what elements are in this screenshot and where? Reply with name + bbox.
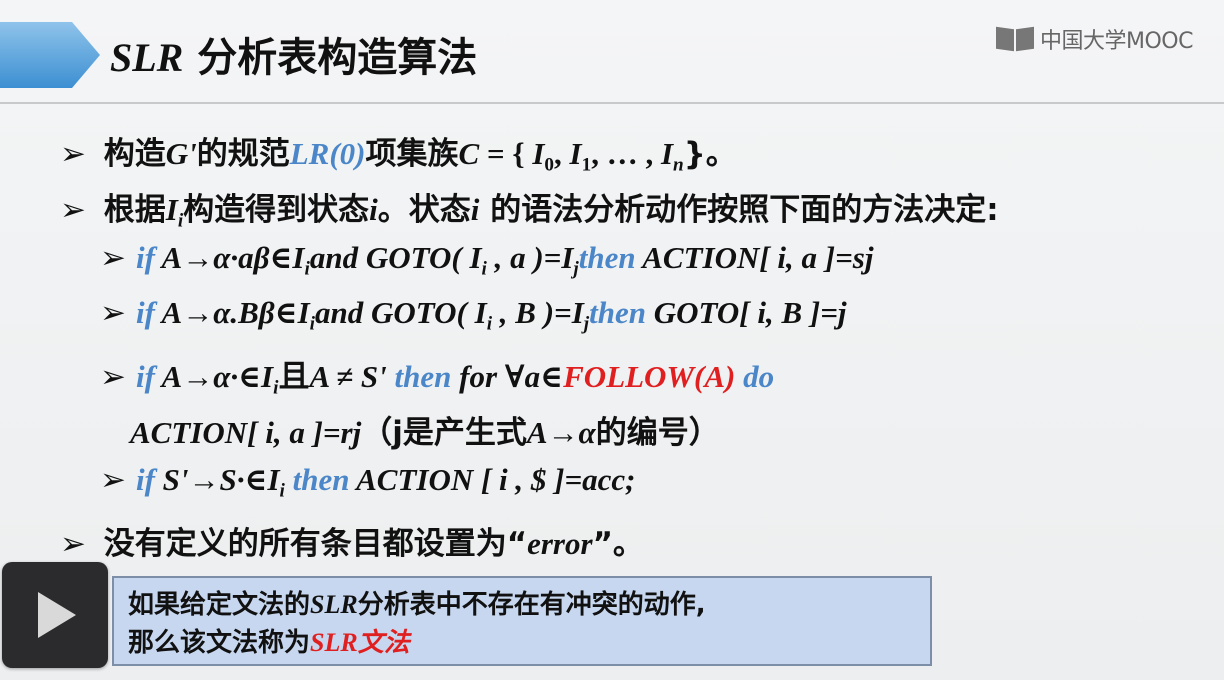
text: 且 xyxy=(278,359,310,395)
text: A→α·∈I xyxy=(154,359,274,394)
text: I xyxy=(532,136,545,171)
keyword-if: if xyxy=(135,359,155,394)
text: ACTION [ i , $ ]=acc; xyxy=(349,462,636,497)
text: I xyxy=(660,136,674,171)
text: A→α xyxy=(526,415,596,450)
rule-reduce-action: ACTION[ i, a ]=rj（j是产生式A→α的编号） xyxy=(130,407,720,452)
note-row-2: 那么该文法称为SLR文法 xyxy=(128,624,916,662)
definition-note-box: 如果给定文法的SLR分析表中不存在有冲突的动作, 那么该文法称为SLR文法 xyxy=(112,576,932,666)
text: error xyxy=(527,526,593,561)
text: GOTO[ i, B ]=j xyxy=(645,295,847,330)
text: , a )=I xyxy=(486,240,574,275)
keyword-if: if xyxy=(135,240,155,275)
text: 没有定义的所有条目都设置为“ xyxy=(103,526,528,562)
text: I xyxy=(569,136,582,171)
keyword-then: then xyxy=(589,295,646,330)
arrow-bullet-icon: ➢ xyxy=(60,192,86,228)
text: LR(0) xyxy=(289,136,366,171)
text: 的编号） xyxy=(595,415,720,451)
rule-reduce: ➢ if A→α·∈Ii且A ≠ S' then for ∀a∈FOLLOW(A)… xyxy=(100,351,775,398)
text: 根据 xyxy=(103,192,166,228)
arrow-bullet-icon: ➢ xyxy=(100,295,126,331)
bullet-line-2: ➢ 根据Ii构造得到状态i。状态i 的语法分析动作按照下面的方法决定: xyxy=(60,184,999,231)
text: （j是产生式 xyxy=(361,415,527,451)
text: 那么该文法称为 xyxy=(128,628,311,658)
text: 的语法分析动作按照下面的方法决定: xyxy=(479,192,999,228)
text: ”。 xyxy=(592,526,644,562)
text: 构造得到状态 xyxy=(183,192,370,228)
text: , xyxy=(554,136,570,171)
title-divider xyxy=(0,102,1224,104)
arrow-bullet-icon: ➢ xyxy=(100,240,126,276)
text: 的规范 xyxy=(196,136,290,172)
play-button[interactable] xyxy=(2,562,108,668)
play-icon xyxy=(38,592,76,638)
text: , … , xyxy=(591,136,661,171)
text: 分析表中不存在有冲突的动作, xyxy=(357,590,706,620)
rule-shift: ➢ if A→α·aβ∈Iiand GOTO( Ii , a )=Ijthen A… xyxy=(100,240,874,279)
text: , B )=I xyxy=(492,295,584,330)
text: C xyxy=(458,136,480,171)
keyword-then: then xyxy=(386,359,452,394)
arrow-bullet-icon: ➢ xyxy=(100,359,126,395)
subscript: n xyxy=(673,154,684,176)
mooc-logo: 中国大学MOOC xyxy=(996,22,1193,56)
text: SLR xyxy=(310,590,358,619)
follow-set: FOLLOW(A) xyxy=(563,359,736,394)
keyword-do: do xyxy=(735,359,775,394)
text: G' xyxy=(165,136,197,171)
bullet-line-error: ➢ 没有定义的所有条目都设置为“error”。 xyxy=(60,518,644,563)
arrow-bullet-icon: ➢ xyxy=(60,526,86,562)
text: A→α·aβ∈I xyxy=(154,240,305,275)
text: = { xyxy=(479,136,533,171)
keyword-then: then xyxy=(578,240,636,275)
rule-goto: ➢ if A→α.Bβ∈Iiand GOTO( Ii , B )=Ijthen G… xyxy=(100,295,847,334)
title-cjk: 分析表构造算法 xyxy=(197,35,478,81)
arrow-bullet-icon: ➢ xyxy=(60,136,86,172)
keyword-then: then xyxy=(284,462,350,497)
keyword-if: if xyxy=(135,462,155,497)
text: for ∀a∈ xyxy=(451,359,564,394)
subscript: 0 xyxy=(544,154,555,176)
arrow-bullet-icon: ➢ xyxy=(100,462,126,498)
text: and GOTO( I xyxy=(309,240,482,275)
text: 项集族 xyxy=(365,136,459,172)
slide: SLR 分析表构造算法 中国大学MOOC ➢ 构造G'的规范LR(0)项集族C … xyxy=(0,0,1224,680)
slr-grammar-term: SLR文法 xyxy=(310,628,410,657)
slide-title: SLR 分析表构造算法 xyxy=(110,28,477,88)
note-row-1: 如果给定文法的SLR分析表中不存在有冲突的动作, xyxy=(128,586,916,624)
subscript: 1 xyxy=(581,154,592,176)
bullet-line-1: ➢ 构造G'的规范LR(0)项集族C = { I0, I1, … , In}。 xyxy=(60,128,737,176)
rule-accept: ➢ if S'→S·∈Ii then ACTION [ i , $ ]=acc; xyxy=(100,462,636,501)
text: ACTION[ i, a ]=sj xyxy=(635,240,874,275)
text: A ≠ S' xyxy=(309,359,387,394)
title-latin: SLR xyxy=(110,35,184,80)
text: i xyxy=(369,192,378,227)
keyword-if: if xyxy=(135,295,155,330)
text: S'→S·∈I xyxy=(154,462,280,497)
text: }。 xyxy=(683,136,737,172)
text: ACTION[ i, a ]=rj xyxy=(130,415,362,450)
text: 。状态 xyxy=(377,192,471,228)
text: 构造 xyxy=(103,136,166,172)
text: 如果给定文法的 xyxy=(128,590,311,620)
text: A→α.Bβ∈I xyxy=(154,295,310,330)
text: I xyxy=(165,192,178,227)
text: and GOTO( I xyxy=(315,295,487,330)
logo-text: 中国大学MOOC xyxy=(1040,29,1193,54)
book-icon xyxy=(996,26,1036,52)
title-arrow-decoration xyxy=(0,22,100,88)
